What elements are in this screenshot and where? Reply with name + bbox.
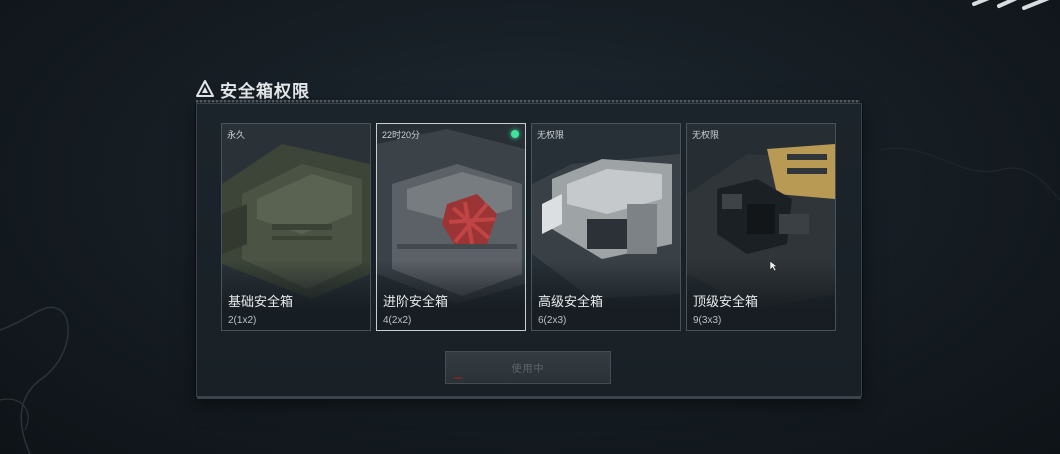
- dialog-title: 安全箱权限: [220, 81, 310, 101]
- card-name: 基础安全箱: [228, 294, 294, 309]
- safe-box-card-list: 永久 基础安全箱 2(1x2) 22时20分 进阶安全箱 4(2x2) 无权限 …: [221, 123, 837, 331]
- card-name: 进阶安全箱: [383, 294, 449, 309]
- card-size: 2(1x2): [228, 315, 257, 326]
- corner-brush-mark: [972, 0, 1050, 10]
- safe-box-card-top[interactable]: 无权限 顶级安全箱 9(3x3): [686, 123, 836, 331]
- card-tag: 无权限: [692, 130, 720, 140]
- card-size: 9(3x3): [693, 315, 722, 326]
- safe-box-card-premium[interactable]: 无权限 高级安全箱 6(2x3): [531, 123, 681, 331]
- card-size: 4(2x2): [383, 315, 412, 326]
- card-name: 顶级安全箱: [693, 294, 759, 309]
- card-tag: 无权限: [537, 130, 565, 140]
- in-use-button-label: 使用中: [511, 364, 545, 375]
- card-size: 6(2x3): [538, 315, 567, 326]
- card-tag: 永久: [227, 130, 246, 140]
- card-name: 高级安全箱: [538, 294, 604, 309]
- safe-box-card-basic[interactable]: 永久 基础安全箱 2(1x2): [221, 123, 371, 331]
- card-tag: 22时20分: [382, 130, 421, 140]
- active-status-dot: [511, 130, 519, 138]
- dialog-header: 安全箱权限: [196, 76, 310, 102]
- in-use-button[interactable]: 使用中: [445, 351, 611, 384]
- warning-triangle-icon: [196, 80, 214, 97]
- safe-box-card-advanced[interactable]: 22时20分 进阶安全箱 4(2x2): [376, 123, 526, 331]
- mouse-pointer-icon: [769, 260, 778, 272]
- button-accent-mark: [454, 377, 462, 379]
